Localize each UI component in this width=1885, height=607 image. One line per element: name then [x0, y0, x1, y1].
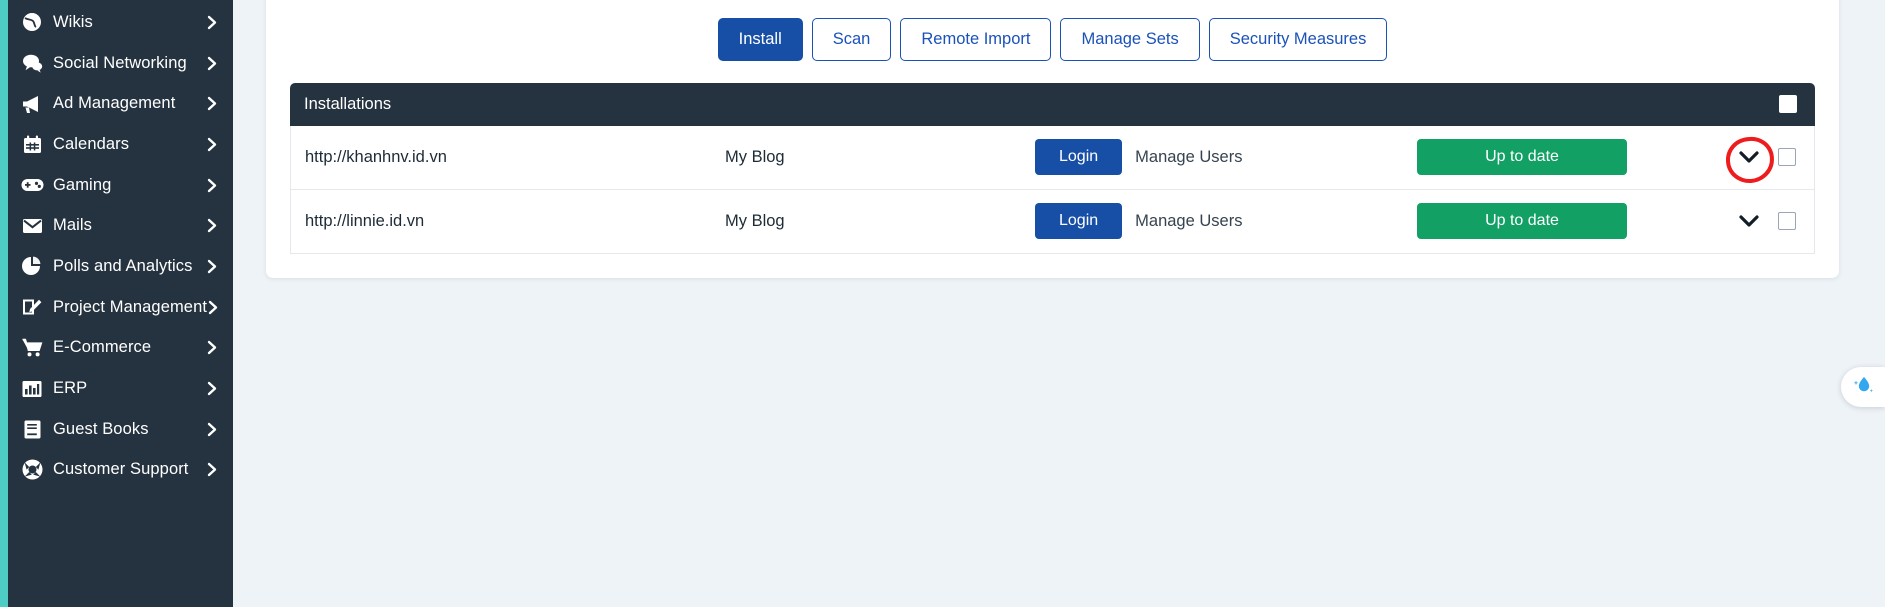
- chevron-right-icon: [205, 218, 219, 233]
- left-accent-strip: [0, 0, 8, 607]
- sidebar-item-label: Gaming: [53, 175, 112, 194]
- installation-url[interactable]: http://linnie.id.vn: [305, 212, 725, 231]
- wiki-globe-icon: [20, 12, 44, 32]
- sidebar-item-customer-support[interactable]: Customer Support: [8, 450, 233, 491]
- installations-panel: Install Scan Remote Import Manage Sets S…: [266, 0, 1839, 278]
- row-actions: Login Manage Users: [1035, 139, 1365, 175]
- sidebar-item-label: ERP: [53, 379, 88, 398]
- security-measures-tab-button[interactable]: Security Measures: [1208, 18, 1388, 61]
- chevron-right-icon: [205, 96, 219, 111]
- sidebar-item-polls-and-analytics[interactable]: Polls and Analytics: [8, 246, 233, 287]
- sidebar-item-project-management[interactable]: Project Management: [8, 287, 233, 328]
- select-all-checkbox[interactable]: [1779, 95, 1797, 113]
- row-select-checkbox[interactable]: [1778, 212, 1796, 230]
- chevron-right-icon: [205, 178, 219, 193]
- row-toggle-group: [1700, 135, 1796, 185]
- sidebar-item-e-commerce[interactable]: E-Commerce: [8, 328, 233, 369]
- chevron-right-icon: [205, 137, 219, 152]
- installation-name: My Blog: [725, 211, 785, 230]
- megaphone-icon: [20, 94, 44, 114]
- pie-chart-icon: [20, 256, 44, 276]
- gamepad-icon: [20, 177, 44, 193]
- manage-users-link[interactable]: Manage Users: [1135, 212, 1242, 231]
- chat-bubbles-icon: [20, 53, 44, 73]
- installation-url[interactable]: http://khanhnv.id.vn: [305, 148, 725, 167]
- shopping-cart-icon: [20, 338, 44, 357]
- sidebar-item-label: E-Commerce: [53, 338, 152, 357]
- action-toolbar: Install Scan Remote Import Manage Sets S…: [290, 18, 1815, 61]
- sidebar-item-label: Polls and Analytics: [53, 256, 193, 275]
- chevron-right-icon: [205, 15, 219, 30]
- bar-chart-icon: [20, 380, 44, 398]
- water-droplet-icon: [1851, 373, 1875, 402]
- row-status: Up to date: [1365, 139, 1700, 175]
- sidebar-item-label: Wikis: [53, 12, 93, 31]
- manage-users-link[interactable]: Manage Users: [1135, 148, 1242, 167]
- sidebar-item-label: Mails: [53, 216, 93, 235]
- envelope-icon: [20, 218, 44, 234]
- scan-tab-button[interactable]: Scan: [811, 18, 892, 61]
- install-tab-button[interactable]: Install: [717, 18, 803, 61]
- sidebar-item-calendars[interactable]: Calendars: [8, 124, 233, 165]
- lifebuoy-icon: [20, 459, 44, 480]
- sidebar-item-label: Ad Management: [53, 94, 176, 113]
- chevron-right-icon: [205, 381, 219, 396]
- table-header: Installations: [290, 82, 1815, 126]
- chevron-right-icon: [205, 422, 219, 437]
- installation-name: My Blog: [725, 147, 785, 166]
- chevron-right-icon: [205, 340, 219, 355]
- up-to-date-status-button[interactable]: Up to date: [1417, 139, 1627, 175]
- up-to-date-status-button[interactable]: Up to date: [1417, 203, 1627, 239]
- sidebar-item-wikis[interactable]: Wikis: [8, 2, 233, 43]
- installations-table: Installations http://khanhnv.id.vn My Bl…: [290, 82, 1815, 254]
- sidebar-item-mails[interactable]: Mails: [8, 205, 233, 246]
- sidebar-item-erp[interactable]: ERP: [8, 368, 233, 409]
- chevron-right-icon: [205, 259, 219, 274]
- table-header-title: Installations: [304, 94, 392, 113]
- sidebar-item-ad-management[interactable]: Ad Management: [8, 83, 233, 124]
- login-button[interactable]: Login: [1035, 203, 1123, 239]
- sidebar-item-label: Customer Support: [53, 460, 189, 479]
- row-toggle-group: [1700, 210, 1796, 232]
- chevron-right-icon: [205, 56, 219, 71]
- sidebar-item-label: Calendars: [53, 134, 130, 153]
- app-root: Wikis Social Networking Ad Management Ca…: [0, 0, 1885, 607]
- chevron-down-icon[interactable]: [1724, 135, 1776, 185]
- chevron-right-icon: [207, 300, 219, 315]
- sidebar-item-label: Social Networking: [53, 53, 187, 72]
- table-row: http://linnie.id.vn My Blog Login Manage…: [290, 189, 1815, 254]
- sidebar-item-social-networking[interactable]: Social Networking: [8, 43, 233, 84]
- calendar-icon: [20, 135, 44, 154]
- floating-droplet-widget[interactable]: [1841, 367, 1885, 407]
- row-select-checkbox[interactable]: [1778, 148, 1796, 166]
- sidebar-navigation: Wikis Social Networking Ad Management Ca…: [8, 0, 233, 607]
- main-content-area: Install Scan Remote Import Manage Sets S…: [233, 0, 1885, 607]
- table-row: http://khanhnv.id.vn My Blog Login Manag…: [290, 125, 1815, 190]
- sidebar-item-label: Project Management: [53, 297, 208, 316]
- manage-sets-tab-button[interactable]: Manage Sets: [1060, 18, 1200, 61]
- edit-square-icon: [20, 297, 44, 317]
- row-status: Up to date: [1365, 203, 1700, 239]
- sidebar-item-guest-books[interactable]: Guest Books: [8, 409, 233, 450]
- row-actions: Login Manage Users: [1035, 203, 1365, 239]
- login-button[interactable]: Login: [1035, 139, 1123, 175]
- chevron-right-icon: [205, 462, 219, 477]
- remote-import-tab-button[interactable]: Remote Import: [900, 18, 1052, 61]
- chevron-down-icon[interactable]: [1738, 210, 1760, 232]
- sidebar-item-label: Guest Books: [53, 419, 149, 438]
- sidebar-item-gaming[interactable]: Gaming: [8, 165, 233, 206]
- book-icon: [20, 420, 44, 439]
